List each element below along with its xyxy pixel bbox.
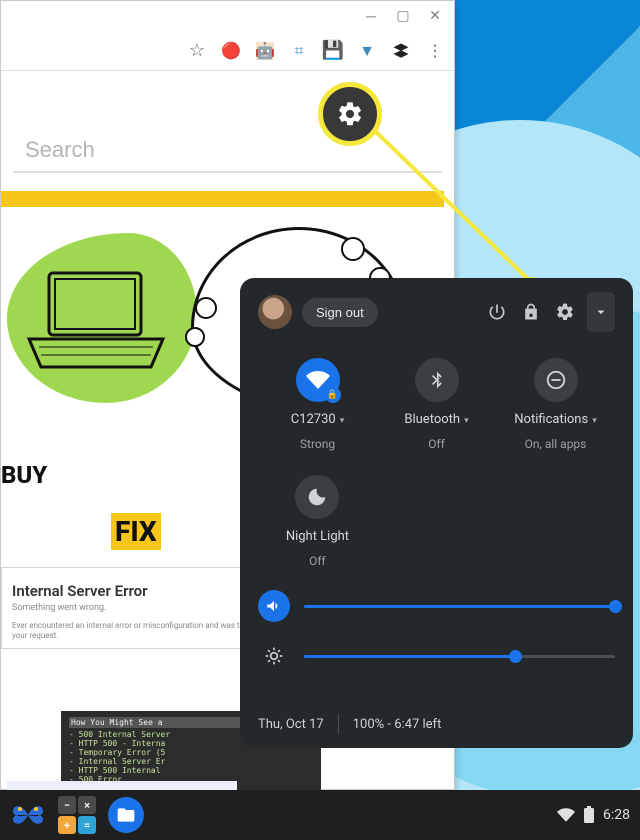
brightness-icon[interactable] <box>258 640 290 672</box>
tile-wifi-sub: Strong <box>300 437 335 451</box>
shelf: − × + = 6:28 <box>0 790 640 840</box>
tile-notifications-title: Notifications <box>514 412 588 427</box>
tile-notifications-sub: On, all apps <box>525 437 587 451</box>
volume-icon[interactable] <box>258 590 290 622</box>
extension-save-icon[interactable]: 💾 <box>324 42 342 60</box>
bookmark-star-icon[interactable]: ☆ <box>188 42 206 60</box>
window-maximize-icon[interactable]: ▢ <box>396 9 410 23</box>
footer-date: Thu, Oct 17 <box>258 717 324 732</box>
settings-gear-icon[interactable] <box>553 300 577 324</box>
extension-face-icon[interactable]: 🤖 <box>256 42 274 60</box>
do-not-disturb-icon <box>545 369 567 391</box>
power-icon[interactable] <box>485 300 509 324</box>
terminal-line: - Internal Server Er <box>69 757 313 766</box>
window-titlebar: ─ ▢ ✕ <box>1 1 454 31</box>
terminal-line: - HTTP 500 Internal <box>69 766 313 775</box>
files-app-icon[interactable] <box>108 797 144 833</box>
tile-wifi[interactable]: 🔒 C12730▾ Strong <box>258 358 377 451</box>
search-input[interactable] <box>13 129 442 173</box>
battery-status-icon <box>583 806 595 824</box>
chevron-down-icon <box>593 304 609 320</box>
tile-bluetooth-title: Bluetooth <box>404 412 460 427</box>
quick-settings-panel: Sign out 🔒 C12730▾ Strong Bluetooth▾ Off <box>240 278 633 748</box>
wifi-status-icon <box>557 806 575 824</box>
label-buy: BUY <box>1 461 47 489</box>
bluetooth-icon <box>427 370 447 390</box>
tile-bluetooth-sub: Off <box>428 437 445 451</box>
window-minimize-icon[interactable]: ─ <box>364 9 378 23</box>
tile-bluetooth[interactable]: Bluetooth▾ Off <box>377 358 496 451</box>
tile-night-light[interactable]: Night Light Off <box>258 475 377 568</box>
calculator-app-icon[interactable]: − × + = <box>58 796 96 834</box>
brightness-slider[interactable] <box>258 640 615 672</box>
butterfly-app-icon[interactable] <box>10 797 46 833</box>
terminal-line: - Temporary Error (5 <box>69 748 313 757</box>
site-search-row <box>1 111 454 191</box>
window-close-icon[interactable]: ✕ <box>428 9 442 23</box>
callout-settings-gear <box>318 82 382 146</box>
wifi-lock-badge-icon: 🔒 <box>325 387 341 403</box>
volume-slider[interactable] <box>258 590 615 622</box>
tile-wifi-title: C12730 <box>291 412 336 427</box>
wifi-icon <box>306 368 330 392</box>
extension-crop-icon[interactable]: ⌗ <box>290 42 308 60</box>
extension-arrow-icon[interactable]: ▼ <box>358 42 376 60</box>
status-tray[interactable]: 6:28 <box>557 806 630 824</box>
gear-icon <box>336 100 364 128</box>
footer-battery: 100% - 6:47 left <box>353 717 442 732</box>
lock-icon[interactable] <box>519 300 543 324</box>
night-light-icon <box>306 486 328 508</box>
sign-out-button[interactable]: Sign out <box>302 298 378 327</box>
avatar[interactable] <box>258 295 292 329</box>
label-fix: FIX <box>111 513 161 550</box>
collapse-tray-button[interactable] <box>587 292 615 332</box>
extension-1-icon[interactable]: 🔴 <box>222 42 240 60</box>
accent-stripe <box>1 191 444 207</box>
clock: 6:28 <box>603 807 630 823</box>
tile-night-light-title: Night Light <box>286 529 349 544</box>
tile-night-light-sub: Off <box>309 554 326 568</box>
browser-menu-icon[interactable]: ⋮ <box>426 42 444 60</box>
laptop-illustration <box>23 265 173 385</box>
extension-stack-icon[interactable] <box>392 42 410 60</box>
browser-toolbar: ☆ 🔴 🤖 ⌗ 💾 ▼ ⋮ <box>1 31 454 71</box>
tile-notifications[interactable]: Notifications▾ On, all apps <box>496 358 615 451</box>
